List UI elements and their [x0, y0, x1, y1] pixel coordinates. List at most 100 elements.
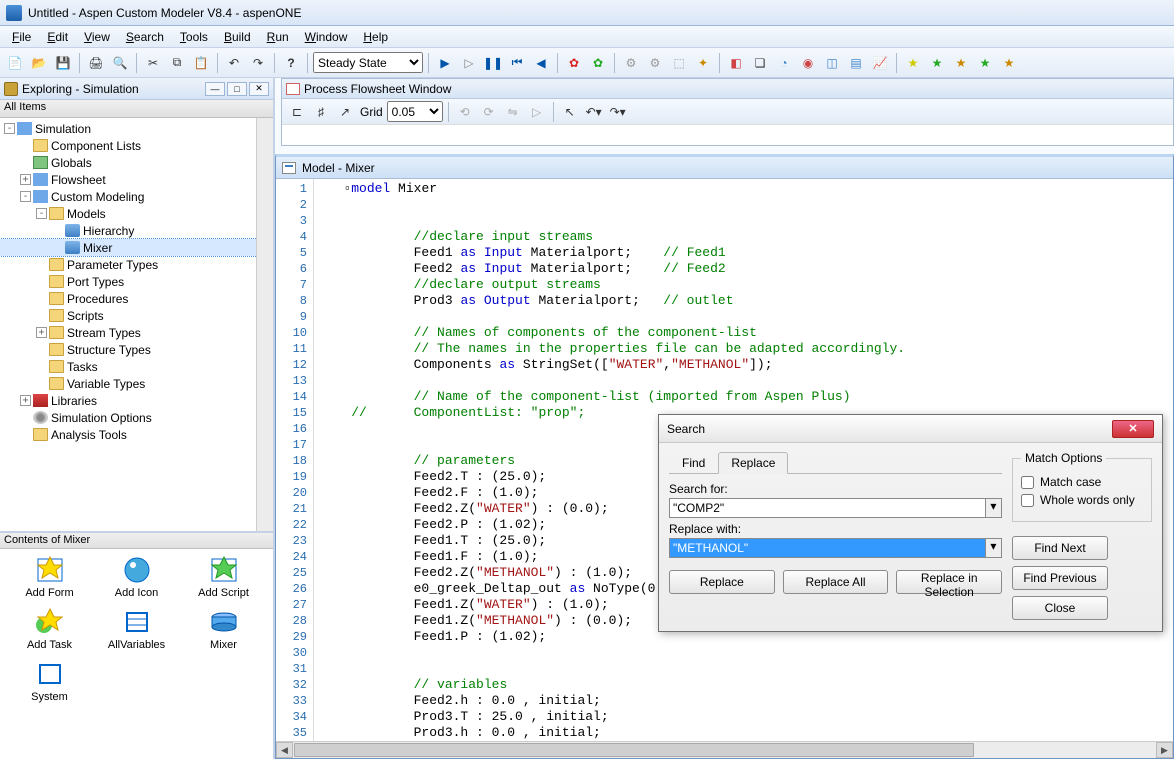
tree-item[interactable]: +Flowsheet	[0, 171, 273, 188]
tree-item[interactable]: Tasks	[0, 358, 273, 375]
tool-9[interactable]: ◔	[773, 52, 795, 74]
tree-item[interactable]: -Models	[0, 205, 273, 222]
pfw-tool-2[interactable]: ♯	[310, 101, 332, 123]
run-mode-combo[interactable]: Steady State	[313, 52, 423, 73]
pfw-rot-2[interactable]: ⟳	[478, 101, 500, 123]
tool-14[interactable]: ★	[902, 52, 924, 74]
new-button[interactable]: 📄	[4, 52, 26, 74]
menu-tools[interactable]: Tools	[172, 28, 216, 46]
pause-button[interactable]: ❚❚	[482, 52, 504, 74]
tool-15[interactable]: ★	[926, 52, 948, 74]
editor-hscroll[interactable]: ◀ ▶	[276, 741, 1173, 758]
menu-file[interactable]: File	[4, 28, 39, 46]
match-case-checkbox[interactable]	[1021, 476, 1034, 489]
pfw-redo[interactable]: ↷▾	[607, 101, 629, 123]
tree-item[interactable]: Port Types	[0, 273, 273, 290]
step-button[interactable]: ▷	[458, 52, 480, 74]
dialog-close-button[interactable]: ✕	[1112, 420, 1154, 438]
grid-combo[interactable]: 0.05	[387, 101, 443, 122]
menu-search[interactable]: Search	[118, 28, 172, 46]
replace-in-selection-button[interactable]: Replace in Selection	[896, 570, 1002, 594]
tool-2[interactable]: ✿	[587, 52, 609, 74]
minimize-icon[interactable]: —	[205, 82, 225, 96]
replace-all-button[interactable]: Replace All	[783, 570, 889, 594]
tool-7[interactable]: ◧	[725, 52, 747, 74]
find-next-button[interactable]: Find Next	[1012, 536, 1108, 560]
contents-item[interactable]: AllVariables	[93, 607, 180, 651]
tree-item[interactable]: Parameter Types	[0, 256, 273, 273]
copy-button[interactable]: ⧉	[166, 52, 188, 74]
scroll-thumb[interactable]	[294, 743, 974, 757]
print-preview-button[interactable]: 🔍	[109, 52, 131, 74]
tree-item[interactable]: Hierarchy	[0, 222, 273, 239]
tool-18[interactable]: ★	[998, 52, 1020, 74]
search-dropdown-icon[interactable]: ▾	[986, 498, 1002, 518]
tool-8[interactable]: ❏	[749, 52, 771, 74]
tree-item[interactable]: Procedures	[0, 290, 273, 307]
tree-item[interactable]: Scripts	[0, 307, 273, 324]
redo-button[interactable]: ↷	[247, 52, 269, 74]
back-button[interactable]: ◀	[530, 52, 552, 74]
contents-item[interactable]: Add Task	[6, 607, 93, 651]
tab-replace[interactable]: Replace	[718, 452, 788, 474]
contents-item[interactable]: Add Icon	[93, 555, 180, 599]
tree-item[interactable]: +Libraries	[0, 392, 273, 409]
tool-16[interactable]: ★	[950, 52, 972, 74]
undo-button[interactable]: ↶	[223, 52, 245, 74]
contents-item[interactable]: Add Script	[180, 555, 267, 599]
tree-item[interactable]: Structure Types	[0, 341, 273, 358]
scroll-right-icon[interactable]: ▶	[1156, 742, 1173, 758]
close-button[interactable]: Close	[1012, 596, 1108, 620]
menu-run[interactable]: Run	[259, 28, 297, 46]
save-button[interactable]: 💾	[52, 52, 74, 74]
tab-find[interactable]: Find	[669, 452, 718, 474]
replace-with-input[interactable]	[669, 538, 986, 558]
tree-item[interactable]: -Simulation	[0, 120, 273, 137]
tree-item[interactable]: -Custom Modeling	[0, 188, 273, 205]
pfw-rot-4[interactable]: ▷	[526, 101, 548, 123]
replace-button[interactable]: Replace	[669, 570, 775, 594]
contents-item[interactable]: Add Form	[6, 555, 93, 599]
open-button[interactable]: 📂	[28, 52, 50, 74]
menu-view[interactable]: View	[76, 28, 118, 46]
pfw-rot-1[interactable]: ⟲	[454, 101, 476, 123]
tool-17[interactable]: ★	[974, 52, 996, 74]
tool-10[interactable]: ◉	[797, 52, 819, 74]
tree-item[interactable]: Analysis Tools	[0, 426, 273, 443]
menu-edit[interactable]: Edit	[39, 28, 76, 46]
contents-item[interactable]: System	[6, 659, 93, 703]
run-button[interactable]: ▶	[434, 52, 456, 74]
tool-6[interactable]: ✦	[692, 52, 714, 74]
replace-dropdown-icon[interactable]: ▾	[986, 538, 1002, 558]
tree-scrollbar[interactable]	[256, 118, 273, 531]
menu-window[interactable]: Window	[297, 28, 356, 46]
find-previous-button[interactable]: Find Previous	[1012, 566, 1108, 590]
tool-3[interactable]: ⚙	[620, 52, 642, 74]
pfw-pointer[interactable]: ↖	[559, 101, 581, 123]
tree-item[interactable]: Simulation Options	[0, 409, 273, 426]
pfw-rot-3[interactable]: ⇋	[502, 101, 524, 123]
tree-item[interactable]: +Stream Types	[0, 324, 273, 341]
maximize-icon[interactable]: □	[227, 82, 247, 96]
close-icon[interactable]: ✕	[249, 82, 269, 96]
menu-build[interactable]: Build	[216, 28, 259, 46]
pfw-undo[interactable]: ↶▾	[583, 101, 605, 123]
tool-4[interactable]: ⚙	[644, 52, 666, 74]
rewind-button[interactable]: ⏮	[506, 52, 528, 74]
pfw-tool-3[interactable]: ↗	[334, 101, 356, 123]
tree-item[interactable]: Variable Types	[0, 375, 273, 392]
tree-item[interactable]: Globals	[0, 154, 273, 171]
tool-12[interactable]: ▤	[845, 52, 867, 74]
pfw-tool-1[interactable]: ⊏	[286, 101, 308, 123]
cut-button[interactable]: ✂	[142, 52, 164, 74]
scroll-left-icon[interactable]: ◀	[276, 742, 293, 758]
print-button[interactable]: 🖨	[85, 52, 107, 74]
paste-button[interactable]: 📋	[190, 52, 212, 74]
tool-13[interactable]: 📈	[869, 52, 891, 74]
help-button[interactable]: ?	[280, 52, 302, 74]
tree-item[interactable]: Component Lists	[0, 137, 273, 154]
search-for-input[interactable]	[669, 498, 986, 518]
tool-1[interactable]: ✿	[563, 52, 585, 74]
menu-help[interactable]: Help	[355, 28, 396, 46]
tree-item[interactable]: Mixer	[0, 239, 273, 256]
